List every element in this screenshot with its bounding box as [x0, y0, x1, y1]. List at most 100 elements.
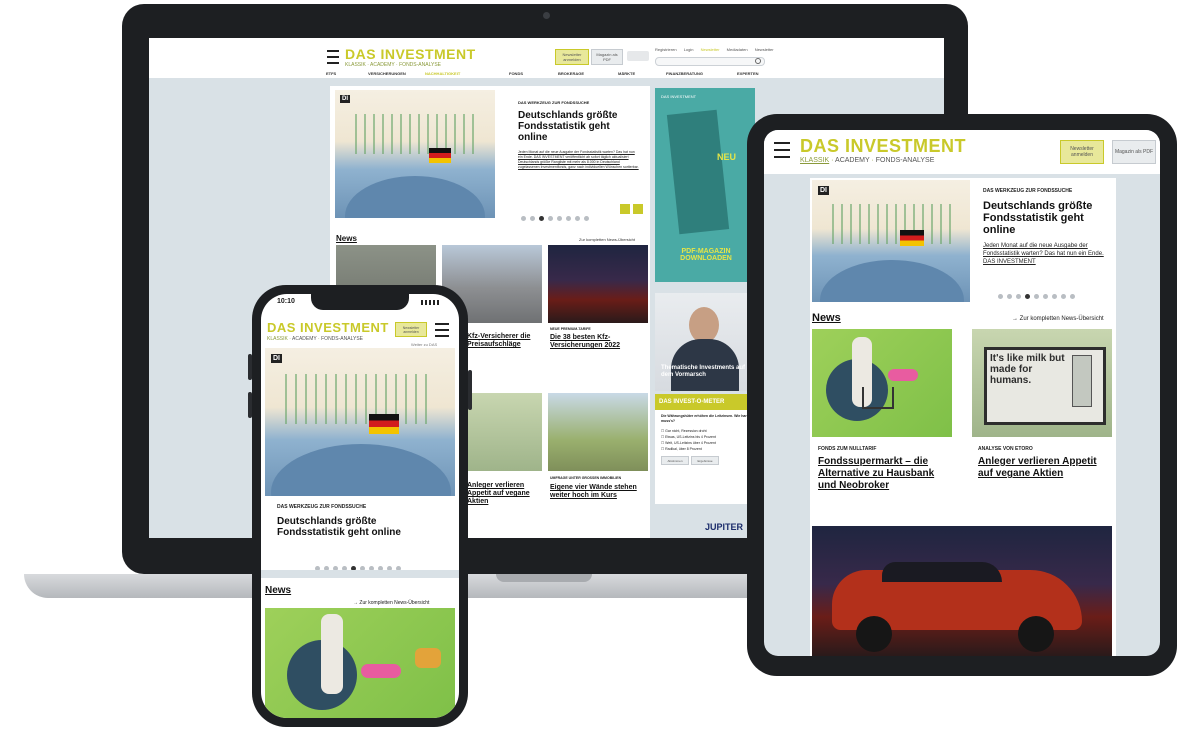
site-logo[interactable]: DAS INVESTMENT	[345, 46, 476, 62]
phone-chart-bars	[285, 374, 435, 424]
tablet-sub-link-klassik[interactable]: KLASSIK	[800, 157, 829, 164]
phone-menu-icon[interactable]	[435, 323, 449, 337]
news-card-title-5[interactable]: Anleger verlieren Appetit auf vegane Akt…	[467, 482, 541, 506]
top-link-login[interactable]: Login	[684, 47, 694, 52]
tablet-pink-arrow	[888, 369, 918, 381]
phone-side-link[interactable]: Weiter zu DAS	[411, 342, 437, 347]
hero-excerpt[interactable]: Jeden Monat auf die neue Ausgabe der Fon…	[518, 150, 640, 196]
poll-results-button[interactable]: Ergebnisse	[691, 456, 719, 465]
tablet-card-kicker-2: ANALYSE VON ETORO	[978, 446, 1033, 452]
tablet-sub-link-fonds-analyse[interactable]: FONDS-ANALYSE	[876, 157, 935, 164]
tablet-cart	[862, 387, 894, 409]
tablet-news-link-label: Zur kompletten News-Übersicht	[1019, 316, 1104, 322]
phone-screen: 10:10 DAS INVESTMENT KLASSIK · ACADEMY ·…	[261, 294, 459, 718]
tablet-chart-bars	[832, 204, 952, 244]
tablet-magazine-button[interactable]: Magazin als PDF	[1112, 140, 1156, 164]
phone-sub-link-academy[interactable]: ACADEMY	[292, 336, 317, 342]
newsletter-button[interactable]: Newsletter anmelden	[555, 49, 589, 65]
news-card-title-6[interactable]: Eigene vier Wände stehen weiter hoch im …	[550, 484, 646, 500]
nav-finanzberatung[interactable]: FINANZBERATUNG	[666, 71, 703, 76]
news-card-kicker-3: NEUE PREMIUM-TARIFE	[550, 327, 591, 331]
tablet-card-kicker-1: FONDS ZUM NULLTARIF	[818, 446, 877, 452]
news-card-image-3[interactable]	[548, 245, 648, 323]
phone-person	[321, 614, 343, 694]
tablet-carousel-dots[interactable]	[996, 286, 1077, 304]
expert-caption[interactable]: Thematische Investments auf dem Vormarsc…	[661, 365, 751, 379]
sub-link-fonds-analyse[interactable]: FONDS-ANALYSE	[399, 62, 441, 68]
ad-title: PDF-MAGAZIN DOWNLOADEN	[680, 248, 732, 262]
tablet-car-wheel-2	[1018, 616, 1054, 652]
expert-image[interactable]: Thematische Investments auf dem Vormarsc…	[655, 293, 755, 391]
nav-nachhaltigkeit[interactable]: NACHHALTIGKEIT	[425, 71, 460, 76]
phone-sub-link-klassik[interactable]: KLASSIK	[267, 336, 288, 342]
tablet-screen: DAS INVESTMENT KLASSIK · ACADEMY · FONDS…	[764, 130, 1160, 656]
top-link-newsletter-2[interactable]: Newsletter	[755, 47, 774, 52]
nav-brokerage[interactable]: BROKERAGE	[558, 71, 584, 76]
hero-carousel-dots[interactable]	[519, 208, 591, 226]
sub-link-klassik[interactable]: KLASSIK	[345, 62, 366, 68]
tablet-news-link[interactable]: → Zur kompletten News-Übersicht	[1012, 316, 1104, 322]
carousel-next-button[interactable]	[633, 204, 643, 214]
tablet-card-title-2[interactable]: Anleger verlieren Appetit auf vegane Akt…	[978, 456, 1110, 480]
hero-kicker: DAS WERKZEUG ZUR FONDSSUCHE	[518, 100, 590, 105]
tablet-milk-carton	[1072, 355, 1092, 407]
tablet-car-image[interactable]	[812, 526, 1112, 656]
sub-link-academy[interactable]: ACADEMY	[370, 62, 395, 68]
phone-hero-badge: DI	[271, 354, 282, 363]
nav-etfs[interactable]: ETFS	[326, 71, 336, 76]
tablet-card-title-1[interactable]: Fondssupermarkt – die Alternative zu Hau…	[818, 456, 948, 492]
globe	[345, 176, 485, 218]
top-link-mediadaten[interactable]: Mediadaten	[727, 47, 748, 52]
hero-image[interactable]: DI	[335, 90, 495, 218]
phone-newsletter-button[interactable]: Newsletter anmelden	[395, 322, 427, 337]
tablet-hero-title[interactable]: Deutschlands größte Fondsstatistik geht …	[983, 200, 1111, 236]
pdf-magazine-ad[interactable]: DAS INVESTMENT NEU PDF-MAGAZIN DOWNLOADE…	[655, 88, 755, 282]
top-link-register[interactable]: Registrieren	[655, 47, 677, 52]
magazine-button[interactable]: Magazin als PDF	[591, 49, 623, 65]
phone-sub-link-fonds-analyse[interactable]: FONDS-ANALYSE	[321, 336, 363, 342]
tablet-hero-image[interactable]: DI	[812, 180, 970, 302]
phone-logo[interactable]: DAS INVESTMENT	[267, 320, 389, 335]
phone-hero-title[interactable]: Deutschlands größte Fondsstatistik geht …	[277, 516, 447, 538]
tablet-car-window	[882, 562, 1002, 582]
top-link-newsletter[interactable]: Newsletter	[701, 47, 720, 52]
sponsor-logo[interactable]: JUPITER	[705, 522, 743, 532]
phone-side-button-2	[248, 392, 252, 418]
nav-maerkte[interactable]: MÄRKTE	[618, 71, 635, 76]
phone-news-image-1[interactable]	[265, 608, 455, 718]
nav-fonds[interactable]: FONDS	[509, 71, 523, 76]
tablet-logo[interactable]: DAS INVESTMENT	[800, 136, 966, 157]
partner-logo	[627, 51, 649, 61]
tablet-car-wheel-1	[856, 616, 892, 652]
search-icon[interactable]	[755, 58, 761, 64]
search-input[interactable]	[655, 57, 765, 66]
phone-news-link-label: Zur kompletten News-Übersicht	[359, 600, 430, 606]
nav-versicherungen[interactable]: VERSICHERUNGEN	[368, 71, 406, 76]
tablet-sub-links: KLASSIK · ACADEMY · FONDS-ANALYSE	[800, 157, 935, 164]
poll-vote-button[interactable]: Abstimmen	[661, 456, 689, 465]
phone-notch	[311, 294, 409, 310]
hero-title[interactable]: Deutschlands größte Fondsstatistik geht …	[518, 110, 636, 143]
tablet-menu-icon[interactable]	[774, 142, 790, 158]
chart-bars	[355, 114, 475, 154]
poll-question: Die Währungshüter erhöhen die Leitzinsen…	[661, 414, 748, 423]
menu-icon[interactable]	[327, 50, 339, 64]
phone-hero-image[interactable]: DI	[265, 348, 455, 496]
news-card-title-3[interactable]: Die 38 besten Kfz-Versicherungen 2022	[550, 334, 646, 350]
phone-time: 10:10	[277, 298, 295, 305]
tablet-hero-excerpt[interactable]: Jeden Monat auf die neue Ausgabe der Fon…	[983, 242, 1111, 272]
phone-news-link[interactable]: → Zur kompletten News-Übersicht	[353, 600, 429, 606]
site-sub-links: KLASSIK · ACADEMY · FONDS-ANALYSE	[345, 62, 441, 68]
tablet-newsletter-button[interactable]: Newsletter anmelden	[1060, 140, 1104, 164]
tablet-news-image-2[interactable]: It's like milk but made for humans.	[972, 329, 1112, 437]
carousel-prev-button[interactable]	[620, 204, 630, 214]
tablet-news-image-1[interactable]	[812, 329, 952, 437]
tablet-sub-link-academy[interactable]: ACADEMY	[835, 157, 870, 164]
nav-experten[interactable]: EXPERTEN	[737, 71, 759, 76]
news-overview-link[interactable]: Zur kompletten News-Übersicht	[579, 237, 635, 242]
news-card-image-6[interactable]	[548, 393, 648, 471]
poll-option-4[interactable]: ☐ Radikal, über 8 Prozent	[661, 446, 716, 452]
news-card-title-2[interactable]: Kfz-Versicherer die Preisaufschläge	[467, 333, 541, 349]
poll-options: ☐ Gar nicht, Rezession droht ☐ Etwas, US…	[661, 428, 716, 452]
news-card-image-5[interactable]	[467, 393, 542, 471]
